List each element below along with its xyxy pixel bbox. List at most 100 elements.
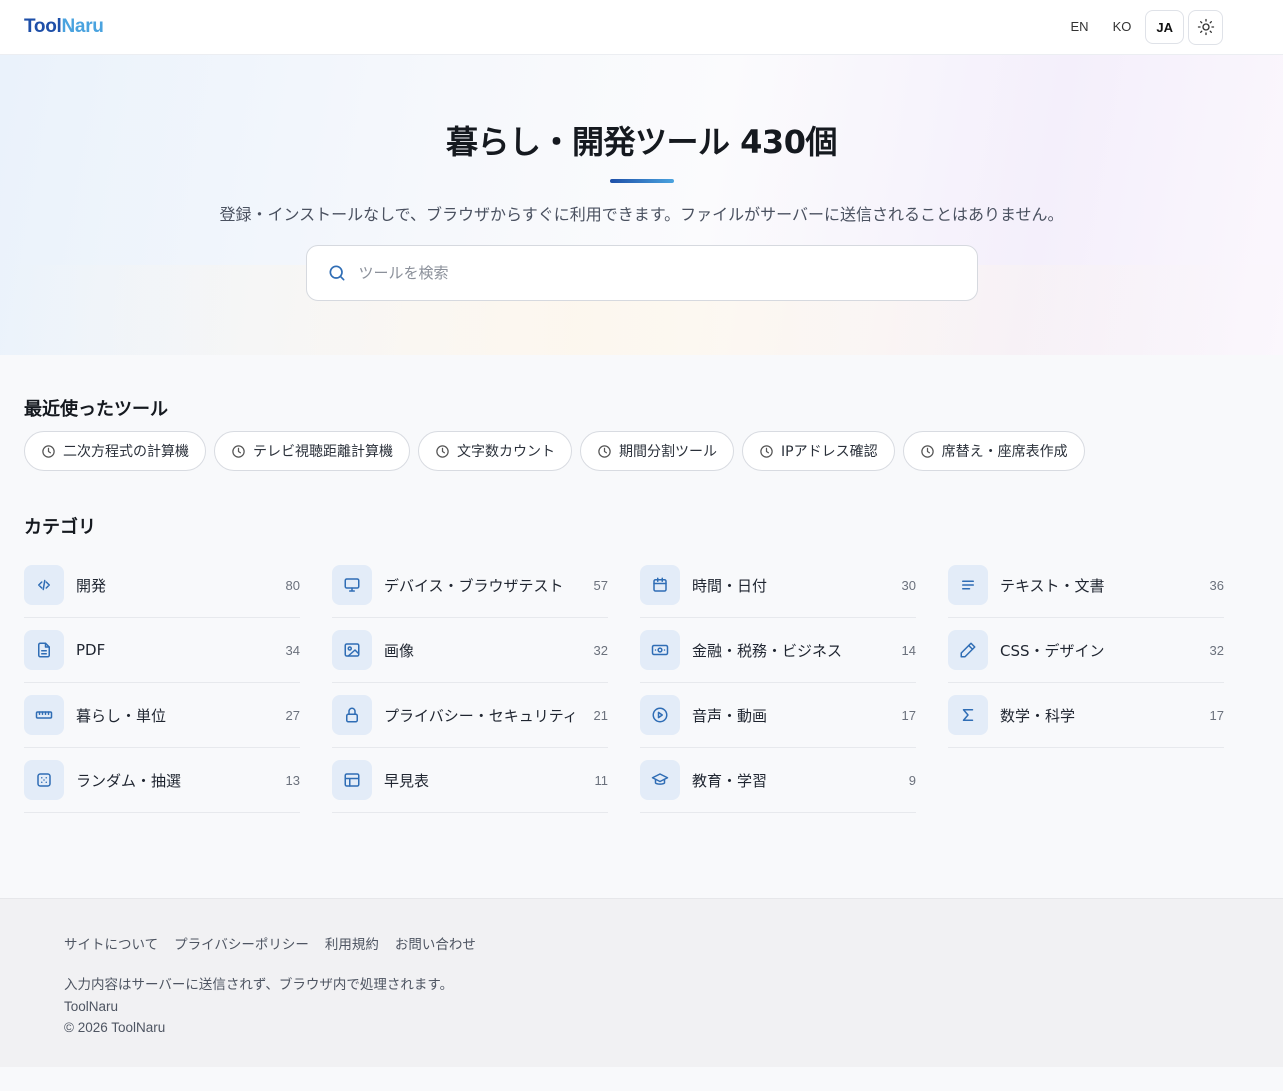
header-actions: EN KO JA xyxy=(1061,9,1223,45)
search-icon xyxy=(329,265,344,281)
category-name: ランダム・抽選 xyxy=(76,771,182,790)
category-icon-box xyxy=(640,695,680,735)
recent-tool-label: 席替え・座席表作成 xyxy=(941,444,1068,460)
text-lines-icon xyxy=(962,580,974,590)
recent-tool-chip[interactable]: 期間分割ツール xyxy=(580,431,734,471)
category-icon-box xyxy=(24,760,64,800)
category-grid: 開発 80 デバイス・ブラウザテスト 57 時間・日付 30 テキスト・文書 36 PDF 34 画… xyxy=(24,553,1259,813)
category-name: デバイス・ブラウザテスト xyxy=(384,576,564,595)
category-icon-box xyxy=(24,695,64,735)
category-count: 27 xyxy=(285,707,300,723)
category-count: 80 xyxy=(285,577,300,593)
category-item[interactable]: 画像 32 xyxy=(332,618,608,683)
category-item[interactable]: 早見表 11 xyxy=(332,748,608,813)
category-item[interactable]: 開発 80 xyxy=(24,553,300,618)
category-item[interactable]: CSS・デザイン 32 xyxy=(948,618,1224,683)
category-count: 13 xyxy=(285,772,300,788)
image-icon xyxy=(344,643,360,657)
category-item[interactable]: PDF 34 xyxy=(24,618,300,683)
theme-toggle-button[interactable] xyxy=(1188,9,1223,45)
category-name: CSS・デザイン xyxy=(1000,641,1105,660)
search-input[interactable] xyxy=(358,264,919,282)
lang-en-button[interactable]: EN xyxy=(1061,10,1099,44)
category-icon-box xyxy=(640,760,680,800)
recent-tool-chip[interactable]: IPアドレス確認 xyxy=(742,431,895,471)
recent-tool-label: 期間分割ツール xyxy=(619,444,717,460)
category-name: PDF xyxy=(76,641,106,659)
clock-icon xyxy=(920,444,934,458)
footer-copyright: © 2026 ToolNaru xyxy=(64,1020,166,1035)
hero-subtitle: 登録・インストールなしで、ブラウザからすぐに利用できます。ファイルがサーバーに送… xyxy=(219,205,1064,224)
category-item[interactable]: 暮らし・単位 27 xyxy=(24,683,300,748)
page-bottom xyxy=(0,1067,1283,1091)
category-name: 教育・学習 xyxy=(692,771,768,790)
footer-link-about[interactable]: サイトについて xyxy=(64,933,158,953)
dice-icon xyxy=(37,773,51,787)
recent-tool-chip[interactable]: 席替え・座席表作成 xyxy=(902,431,1085,471)
hero-section: 暮らし・開発ツール 430個 登録・インストールなしで、ブラウザからすぐに利用で… xyxy=(0,55,1283,355)
site-footer: サイトについて プライバシーポリシー 利用規約 お問い合わせ 入力内容はサーバー… xyxy=(0,898,1283,1067)
category-item[interactable]: 教育・学習 9 xyxy=(640,748,916,813)
title-underline xyxy=(609,179,674,183)
page-title: 暮らし・開発ツール 430個 xyxy=(446,123,837,161)
recent-tool-label: 二次方程式の計算機 xyxy=(63,444,189,460)
category-icon-box xyxy=(332,695,372,735)
footer-brand: ToolNaru xyxy=(64,999,119,1014)
category-item[interactable]: ランダム・抽選 13 xyxy=(24,748,300,813)
category-icon-box xyxy=(948,630,988,670)
recent-tool-chip[interactable]: テレビ視聴距離計算機 xyxy=(214,431,410,471)
category-item[interactable]: 時間・日付 30 xyxy=(640,553,916,618)
logo-part-naru: Naru xyxy=(61,16,104,37)
category-name: 時間・日付 xyxy=(692,576,768,595)
category-count: 32 xyxy=(1209,642,1224,658)
code-icon xyxy=(38,579,50,591)
site-logo[interactable]: ToolNaru xyxy=(24,16,104,38)
footer-link-terms[interactable]: 利用規約 xyxy=(325,933,379,953)
clock-icon xyxy=(436,444,449,458)
recent-tool-chip[interactable]: 文字数カウント xyxy=(418,431,572,471)
recent-tools-heading: 最近使ったツール xyxy=(24,399,168,420)
graduation-cap-icon xyxy=(651,773,669,785)
category-item[interactable]: 数学・科学 17 xyxy=(948,683,1224,748)
category-count: 57 xyxy=(593,577,608,593)
recent-tool-chip[interactable]: 二次方程式の計算機 xyxy=(24,431,206,471)
category-name: 数学・科学 xyxy=(1000,706,1076,725)
top-header: ToolNaru EN KO JA xyxy=(0,0,1283,55)
category-icon-box xyxy=(24,565,64,605)
banknote-icon xyxy=(651,644,669,656)
category-icon-box xyxy=(948,695,988,735)
sigma-icon xyxy=(962,709,974,721)
category-count: 9 xyxy=(908,772,916,788)
calendar-icon xyxy=(653,577,667,592)
play-icon xyxy=(652,707,668,723)
category-item[interactable]: 金融・税務・ビジネス 14 xyxy=(640,618,916,683)
recent-tools-list: 二次方程式の計算機 テレビ視聴距離計算機 文字数カウント 期間分割ツール IPアドレス確… xyxy=(24,431,1259,471)
logo-part-tool: Tool xyxy=(24,16,62,37)
category-name: 早見表 xyxy=(384,771,430,790)
lang-ko-button[interactable]: KO xyxy=(1103,10,1142,44)
pencil-icon xyxy=(960,642,976,658)
table-icon xyxy=(344,773,360,787)
category-icon-box xyxy=(24,630,64,670)
category-count: 11 xyxy=(594,772,609,788)
category-count: 32 xyxy=(593,642,608,658)
footer-link-contact[interactable]: お問い合わせ xyxy=(395,933,476,953)
clock-icon xyxy=(232,444,245,458)
category-count: 36 xyxy=(1209,577,1224,593)
footer-link-privacy[interactable]: プライバシーポリシー xyxy=(174,933,309,953)
category-count: 21 xyxy=(593,707,608,723)
sun-icon xyxy=(1197,18,1214,36)
category-item[interactable]: テキスト・文書 36 xyxy=(948,553,1224,618)
category-item[interactable]: プライバシー・セキュリティ 21 xyxy=(332,683,608,748)
category-name: 金融・税務・ビジネス xyxy=(692,641,843,660)
category-count: 17 xyxy=(1209,707,1224,723)
search-box[interactable] xyxy=(305,245,978,301)
lang-ja-button[interactable]: JA xyxy=(1145,10,1184,44)
file-icon xyxy=(38,642,50,658)
category-name: プライバシー・セキュリティ xyxy=(384,706,578,725)
category-item[interactable]: デバイス・ブラウザテスト 57 xyxy=(332,553,608,618)
category-item[interactable]: 音声・動画 17 xyxy=(640,683,916,748)
category-name: テキスト・文書 xyxy=(1000,576,1105,595)
category-count: 34 xyxy=(285,642,300,658)
clock-icon xyxy=(760,444,773,458)
